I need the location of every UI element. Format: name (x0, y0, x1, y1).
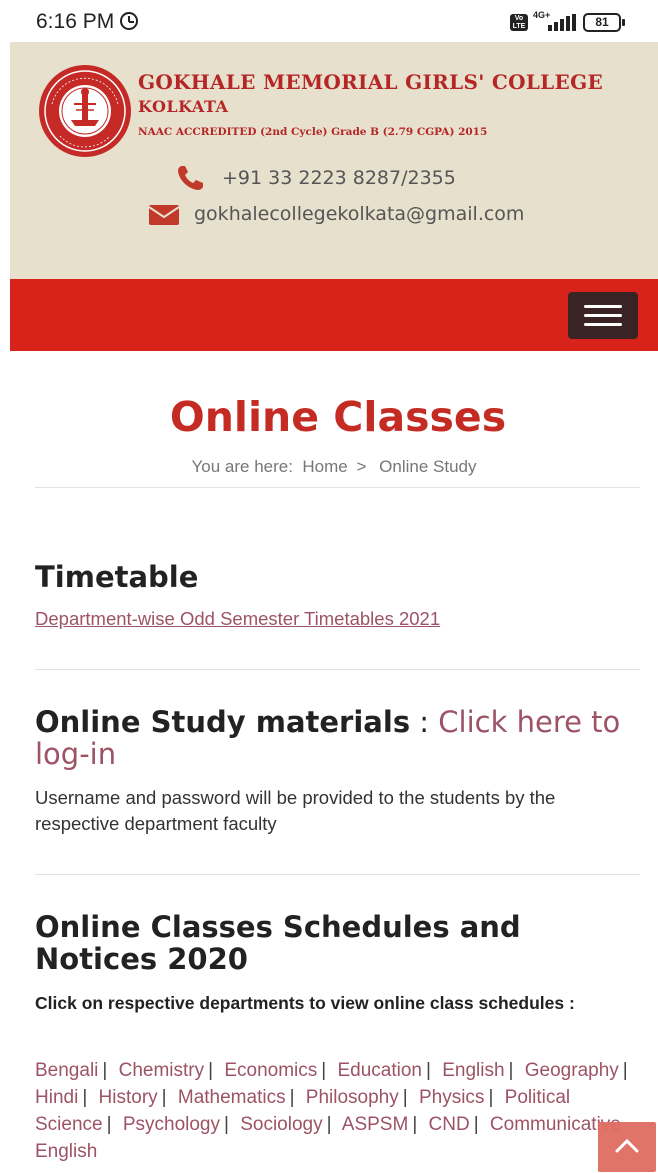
login-note: Username and password will be provided t… (35, 787, 556, 834)
link-separator: | (321, 1060, 327, 1081)
college-city: KOLKATA (138, 97, 229, 116)
site-header: GOKHALE MEMORIAL GIRLS' COLLEGE KOLKATA … (10, 42, 658, 279)
link-separator: | (289, 1087, 295, 1108)
scroll-to-top-button[interactable] (598, 1122, 656, 1172)
department-link-economics[interactable]: Economics (224, 1060, 317, 1081)
contact-phone: +91 33 2223 8287/2355 (176, 164, 456, 192)
contact-email: gokhalecollegekolkata@gmail.com (148, 200, 524, 228)
online-study-colon: : (419, 705, 430, 739)
hamburger-line (584, 314, 622, 317)
department-link-hindi[interactable]: Hindi (35, 1087, 78, 1108)
breadcrumb-home[interactable]: Home (302, 457, 347, 476)
phone-link[interactable]: +91 33 2223 8287/2355 (222, 167, 456, 189)
college-logo[interactable] (38, 64, 132, 158)
timetable-heading: Timetable (35, 560, 199, 594)
online-study-heading: Online Study materials : Click here to l… (35, 706, 640, 770)
link-separator: | (106, 1114, 112, 1135)
link-separator: | (326, 1114, 332, 1135)
link-separator: | (402, 1087, 408, 1108)
breadcrumb-separator: > (356, 457, 367, 476)
link-separator: | (161, 1087, 167, 1108)
breadcrumb-prefix: You are here: (191, 457, 293, 476)
hamburger-line (584, 323, 622, 326)
breadcrumb-current: Online Study (379, 457, 477, 476)
department-link-chemistry[interactable]: Chemistry (119, 1060, 205, 1081)
link-separator: | (508, 1060, 514, 1081)
department-link-bengali[interactable]: Bengali (35, 1060, 98, 1081)
department-link-english[interactable]: English (442, 1060, 504, 1081)
department-link-geography[interactable]: Geography (525, 1060, 619, 1081)
department-link-physics[interactable]: Physics (419, 1087, 484, 1108)
alarm-icon (120, 12, 138, 30)
phone-icon (178, 166, 203, 190)
department-links: Bengali | Chemistry | Economics | Education… (35, 1057, 645, 1165)
naac-accreditation: NAAC ACCREDITED (2nd Cycle) Grade B (2.7… (138, 126, 488, 138)
department-link-sociology[interactable]: Sociology (240, 1114, 322, 1135)
envelope-icon (148, 205, 180, 225)
department-link-philosophy[interactable]: Philosophy (306, 1087, 399, 1108)
status-time: 6:16 PM (36, 10, 115, 33)
page-title: Online Classes (169, 393, 507, 441)
link-separator: | (426, 1060, 431, 1081)
link-separator: | (622, 1060, 628, 1081)
link-separator: | (488, 1087, 494, 1108)
battery-icon: 81 (583, 13, 625, 32)
signal-icon (548, 14, 578, 31)
department-link-education[interactable]: Education (337, 1060, 422, 1081)
timetable-link[interactable]: Department-wise Odd Semester Timetables … (35, 608, 440, 630)
link-separator: | (102, 1060, 108, 1081)
hamburger-menu-icon (584, 305, 622, 308)
college-name: GOKHALE MEMORIAL GIRLS' COLLEGE (138, 70, 604, 94)
volte-icon: Vo LTE (510, 14, 528, 31)
breadcrumb: You are here: Home > Online Study (0, 457, 658, 477)
link-separator: | (82, 1087, 88, 1108)
divider (35, 669, 640, 670)
chevron-up-icon (615, 1138, 639, 1153)
status-bar: 6:16 PM Vo LTE 4G+ 81 (0, 0, 658, 44)
schedules-instruction: Click on respective departments to view … (35, 993, 575, 1013)
department-link-psychology[interactable]: Psychology (123, 1114, 220, 1135)
email-link[interactable]: gokhalecollegekolkata@gmail.com (194, 203, 524, 225)
hamburger-menu-button[interactable] (568, 292, 638, 339)
department-link-history[interactable]: History (99, 1087, 158, 1108)
link-separator: | (473, 1114, 479, 1135)
link-separator: | (412, 1114, 418, 1135)
divider (35, 874, 640, 875)
main-navbar (10, 279, 658, 351)
link-separator: | (208, 1060, 214, 1081)
divider (35, 487, 640, 488)
department-link-mathematics[interactable]: Mathematics (178, 1087, 286, 1108)
link-separator: | (224, 1114, 229, 1135)
schedules-heading: Online Classes Schedules and Notices 202… (35, 910, 521, 976)
department-link-aspsm[interactable]: ASPSM (342, 1114, 409, 1135)
online-study-title: Online Study materials (35, 705, 411, 739)
department-link-cnd[interactable]: CND (429, 1114, 470, 1135)
